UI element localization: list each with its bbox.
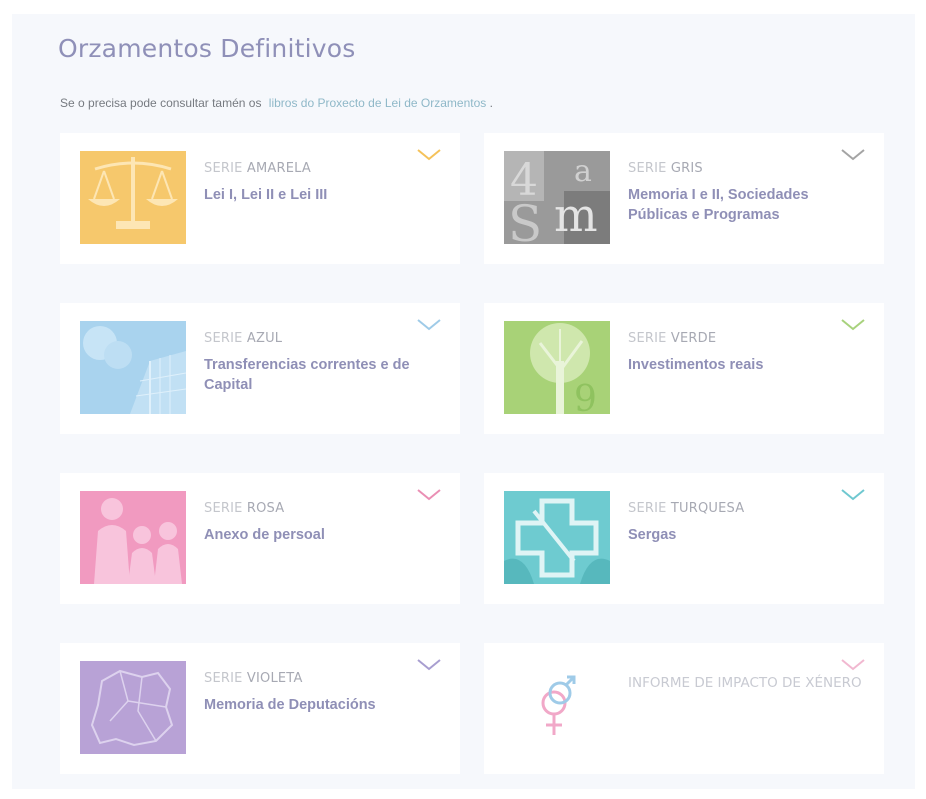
series-label: SERIE VERDE <box>628 331 717 346</box>
letters-icon: 4 S m a <box>504 151 610 244</box>
card-title: INFORME DE IMPACTO DE XÉNERO <box>628 675 862 691</box>
chevron-down-icon[interactable] <box>416 317 442 333</box>
series-label: SERIE AMARELA <box>204 161 311 176</box>
series-label: SERIE TURQUESA <box>628 501 745 516</box>
chevron-down-icon[interactable] <box>840 487 866 503</box>
card-serie-verde[interactable]: 9 SERIE VERDE Investimentos reais <box>484 303 884 434</box>
card-serie-azul[interactable]: SERIE AZUL Transferencias correntes e de… <box>60 303 460 434</box>
svg-text:S: S <box>508 195 542 244</box>
chevron-down-icon[interactable] <box>416 487 442 503</box>
chevron-down-icon[interactable] <box>840 317 866 333</box>
card-title: Memoria I e II, Sociedades Públicas e Pr… <box>628 187 809 223</box>
chevron-down-icon[interactable] <box>416 147 442 163</box>
building-icon <box>80 321 186 414</box>
chevron-down-icon[interactable] <box>840 147 866 163</box>
intro-text: Se o precisa pode consultar tamén os lib… <box>60 96 493 110</box>
svg-text:m: m <box>554 188 598 242</box>
card-title: Anexo de persoal <box>204 527 325 543</box>
card-title: Sergas <box>628 527 677 543</box>
card-serie-violeta[interactable]: SERIE VIOLETA Memoria de Deputacións <box>60 643 460 774</box>
tree-icon: 9 <box>504 321 610 414</box>
budget-panel: Orzamentos Definitivos Se o precisa pode… <box>12 14 915 789</box>
chevron-down-icon[interactable] <box>840 657 866 673</box>
page-title: Orzamentos Definitivos <box>58 34 356 63</box>
card-serie-amarela[interactable]: SERIE AMARELA Lei I, Lei II e Lei III <box>60 133 460 264</box>
svg-text:a: a <box>574 154 592 189</box>
proxecto-link[interactable]: libros do Proxecto de Lei de Orzamentos <box>269 96 486 110</box>
card-serie-rosa[interactable]: SERIE ROSA Anexo de persoal <box>60 473 460 604</box>
card-title: Memoria de Deputacións <box>204 697 376 713</box>
card-serie-gris[interactable]: 4 S m a SERIE GRIS Memoria I e II, Socie… <box>484 133 884 264</box>
series-label: SERIE GRIS <box>628 161 703 176</box>
scales-icon <box>80 151 186 244</box>
card-serie-turquesa[interactable]: SERIE TURQUESA Sergas <box>484 473 884 604</box>
svg-text:9: 9 <box>574 379 597 414</box>
series-label: SERIE VIOLETA <box>204 671 303 686</box>
series-label: SERIE ROSA <box>204 501 285 516</box>
map-icon <box>80 661 186 754</box>
card-title: Transferencias correntes e de Capital <box>204 357 410 393</box>
chevron-down-icon[interactable] <box>416 657 442 673</box>
cross-icon <box>504 491 610 584</box>
intro-label: Se o precisa pode consultar tamén os <box>60 96 262 110</box>
card-informe-xenero[interactable]: INFORME DE IMPACTO DE XÉNERO <box>484 643 884 774</box>
gender-icon <box>504 661 610 754</box>
people-icon <box>80 491 186 584</box>
intro-end: . <box>489 96 493 110</box>
series-label: SERIE AZUL <box>204 331 283 346</box>
card-title: Investimentos reais <box>628 357 764 373</box>
card-title: Lei I, Lei II e Lei III <box>204 187 328 203</box>
